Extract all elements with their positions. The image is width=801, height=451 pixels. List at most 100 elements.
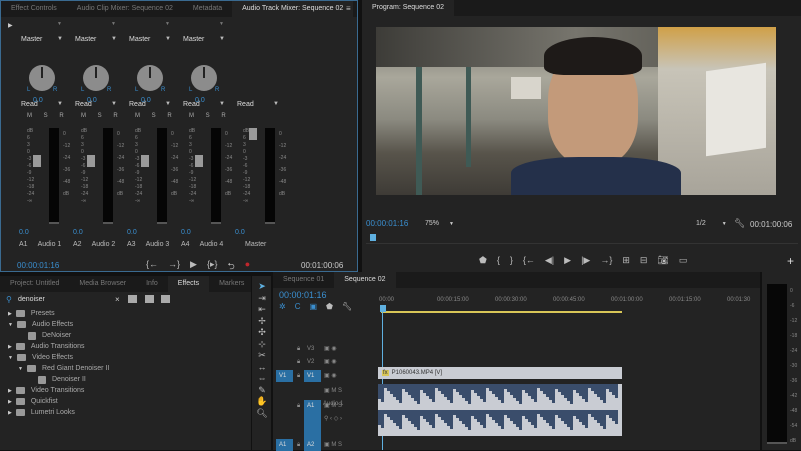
accelerated-effects-icon[interactable]: [128, 295, 137, 303]
hand-tool-icon[interactable]: ✋: [255, 396, 269, 407]
snap-magnet-icon[interactable]: C: [295, 302, 301, 311]
track-select-backward-icon[interactable]: ⇤: [255, 304, 269, 315]
tree-item-presets[interactable]: ▶ Presets: [8, 308, 55, 319]
step-back-icon[interactable]: ◀|: [545, 255, 554, 266]
volume-fader[interactable]: dB 6 3 0 -3 -6 -9 -12 -18 -24 -∞: [243, 128, 257, 224]
tree-item-audio-transitions[interactable]: ▶ Audio Transitions: [8, 341, 85, 352]
disclosure-collapsed-icon[interactable]: ▶: [8, 311, 12, 317]
lock-icon[interactable]: 🔒︎: [297, 442, 300, 449]
step-forward-icon[interactable]: |▶: [581, 255, 590, 266]
mixer-current-timecode[interactable]: 00:00:01:16: [17, 261, 59, 270]
automation-mode-select[interactable]: Read ▼: [237, 101, 279, 108]
volume-fader[interactable]: dB 6 3 0 -3 -6 -9 -12 -18 -24 -∞: [135, 128, 149, 224]
lock-icon[interactable]: 🔒︎: [297, 373, 300, 380]
razor-tool-icon[interactable]: ✂: [255, 350, 269, 361]
timeline-tab-sequence-01[interactable]: Sequence 01: [273, 272, 334, 288]
effects-send-arrow-icon[interactable]: ▼: [165, 21, 170, 27]
automation-mode-select[interactable]: Read ▼: [183, 101, 225, 108]
output-select[interactable]: Master ▼: [183, 36, 225, 43]
tree-item-video-transitions[interactable]: ▶ Video Transitions: [8, 385, 84, 396]
mute-solo-record-buttons[interactable]: M S R: [81, 113, 123, 119]
mute-solo-buttons[interactable]: ▣ M S: [324, 441, 342, 448]
tree-item-audio-effects[interactable]: ▼ Audio Effects: [8, 319, 73, 330]
mute-solo-record-buttons[interactable]: M S R: [27, 113, 69, 119]
effects-send-arrow-icon[interactable]: ▼: [57, 21, 62, 27]
effects-tab-info[interactable]: Info: [136, 276, 168, 292]
output-select[interactable]: Master ▼: [21, 36, 63, 43]
lock-icon[interactable]: 🔒︎: [297, 346, 300, 353]
wrench-settings-icon[interactable]: 🔧︎: [734, 218, 745, 229]
lock-icon[interactable]: 🔒︎: [297, 403, 300, 410]
fader-thumb[interactable]: [195, 155, 203, 167]
record-icon[interactable]: ●: [245, 259, 250, 275]
rolling-edit-icon[interactable]: ✣: [255, 327, 269, 338]
play-in-to-out-icon[interactable]: {▸}: [207, 259, 218, 275]
disclosure-collapsed-icon[interactable]: ▶: [8, 388, 12, 394]
automation-mode-select[interactable]: Read ▼: [75, 101, 117, 108]
video-clip[interactable]: fx P1060043.MP4 [V]: [378, 367, 622, 379]
pen-tool-icon[interactable]: ✎: [255, 385, 269, 396]
pan-knob[interactable]: [83, 65, 109, 91]
track-select-forward-icon[interactable]: ⇥: [255, 293, 269, 304]
toggle-sync-lock-icon[interactable]: ▣ ◉: [324, 345, 337, 352]
effects-tab-project-untitled[interactable]: Project: Untitled: [0, 276, 69, 292]
pan-knob[interactable]: [29, 65, 55, 91]
pan-knob[interactable]: [137, 65, 163, 91]
tree-item-lumetri-looks[interactable]: ▶ Lumetri Looks: [8, 407, 75, 418]
play-icon[interactable]: ▶: [190, 259, 197, 275]
mixer-tab-metadata[interactable]: Metadata: [183, 1, 232, 17]
effects-tab-media-browser[interactable]: Media Browser: [69, 276, 136, 292]
timeline-playhead[interactable]: [380, 305, 386, 312]
tree-item-quickfist[interactable]: ▶ Quickfist: [8, 396, 58, 407]
mixer-tab-audio-clip-mixer-sequence-02[interactable]: Audio Clip Mixer: Sequence 02: [67, 1, 183, 17]
disclosure-collapsed-icon[interactable]: ▶: [8, 344, 12, 350]
zoom-tool-icon[interactable]: 🔍︎: [255, 408, 269, 419]
effects-send-arrow-icon[interactable]: ▼: [111, 21, 116, 27]
add-marker-icon[interactable]: ⬟: [326, 302, 333, 311]
timeline-settings-wrench-icon[interactable]: 🔧︎: [342, 302, 352, 311]
source-patch-a1[interactable]: A1: [276, 439, 293, 451]
volume-value[interactable]: 0.0: [235, 229, 245, 236]
program-monitor-title[interactable]: Program: Sequence 02: [362, 0, 454, 16]
ripple-edit-icon[interactable]: ✢: [255, 316, 269, 327]
clear-search-icon[interactable]: ×: [115, 295, 120, 304]
resolution-select[interactable]: 1/2 ▼: [696, 220, 727, 227]
go-to-out-icon[interactable]: →}: [168, 259, 180, 275]
volume-fader[interactable]: dB 6 3 0 -3 -6 -9 -12 -18 -24 -∞: [189, 128, 203, 224]
volume-fader[interactable]: dB 6 3 0 -3 -6 -9 -12 -18 -24 -∞: [81, 128, 95, 224]
go-to-in-icon[interactable]: {←: [146, 259, 158, 275]
work-area-bar[interactable]: [381, 311, 622, 313]
add-button-icon[interactable]: +: [787, 254, 794, 268]
effects-send-arrow-icon[interactable]: ▼: [219, 21, 224, 27]
fader-thumb[interactable]: [141, 155, 149, 167]
track-target-a2[interactable]: A2: [304, 439, 321, 451]
effects-tab-effects[interactable]: Effects: [167, 276, 210, 292]
volume-value[interactable]: 0.0: [181, 229, 191, 236]
playhead-marker[interactable]: [370, 234, 376, 241]
mixer-tab-audio-track-mixer-sequence-02[interactable]: Audio Track Mixer: Sequence 02: [232, 1, 354, 17]
program-current-timecode[interactable]: 00:00:01:16: [366, 219, 408, 228]
timeline-tab-sequence-02[interactable]: Sequence 02: [334, 272, 396, 288]
program-scrubber[interactable]: [366, 232, 798, 244]
mute-solo-buttons[interactable]: ▣ M S: [324, 387, 342, 394]
automation-mode-select[interactable]: Read ▼: [129, 101, 171, 108]
volume-value[interactable]: 0.0: [127, 229, 137, 236]
toggle-sync-lock-icon[interactable]: ▣ ◉: [324, 372, 337, 379]
disclosure-expanded-icon[interactable]: ▼: [18, 366, 23, 372]
automation-mode-select[interactable]: Read ▼: [21, 101, 63, 108]
slip-tool-icon[interactable]: ↔: [255, 362, 269, 372]
nest-toggle-icon[interactable]: ✲: [279, 302, 286, 311]
go-to-in-icon[interactable]: {←: [523, 255, 535, 266]
track-target-v1[interactable]: V1: [304, 370, 321, 382]
mark-in-icon[interactable]: {: [497, 255, 500, 266]
rate-stretch-icon[interactable]: ⊹: [255, 339, 269, 350]
audio-clip-channel-2[interactable]: [378, 410, 622, 436]
fader-thumb[interactable]: [249, 128, 257, 140]
timeline-timecode[interactable]: 00:00:01:16: [279, 290, 327, 300]
go-to-out-icon[interactable]: →}: [600, 255, 612, 266]
source-patch-v1[interactable]: V1: [276, 370, 293, 382]
extract-icon[interactable]: ⊟: [640, 255, 648, 266]
audio-clip-channel-1[interactable]: [378, 384, 622, 410]
disclosure-collapsed-icon[interactable]: ▶: [8, 399, 12, 405]
tree-item-video-effects[interactable]: ▼ Video Effects: [8, 352, 73, 363]
